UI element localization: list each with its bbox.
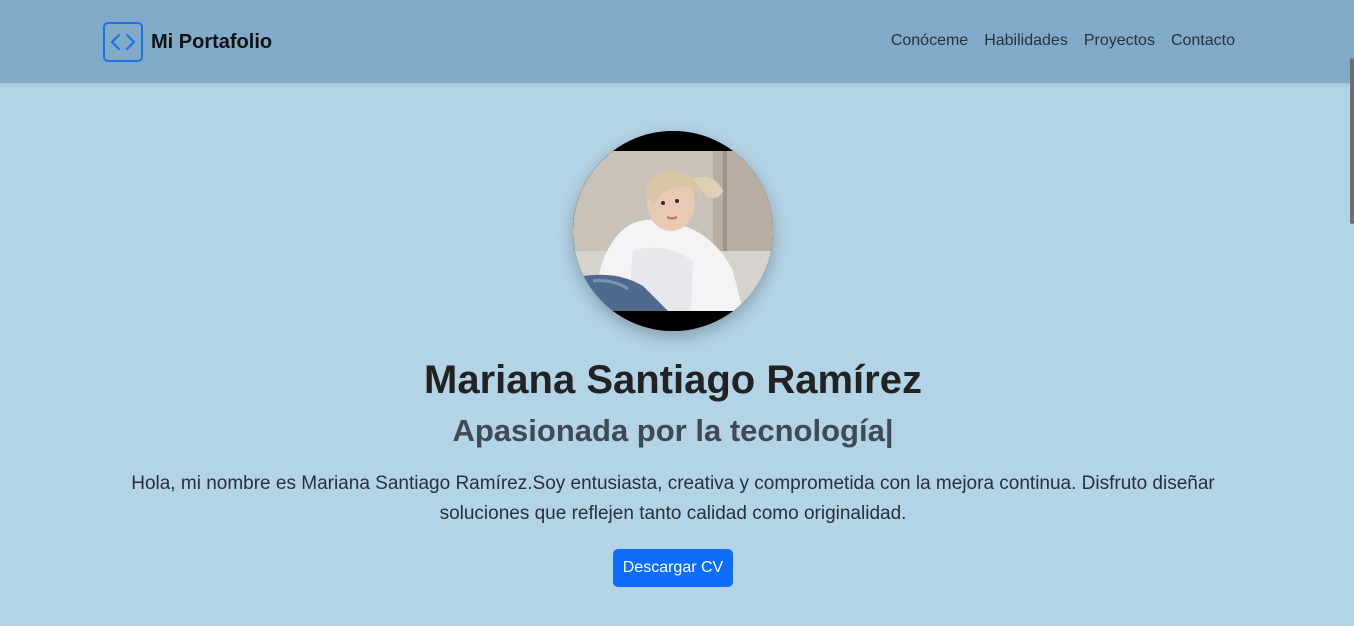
profile-tagline: Apasionada por la tecnología| [452,413,894,448]
navbar: Mi Portafolio Conóceme Habilidades Proye… [0,0,1354,83]
code-icon [103,22,143,62]
brand-title: Mi Portafolio [151,30,273,53]
profile-name: Mariana Santiago Ramírez [424,358,922,402]
brand-link[interactable]: Mi Portafolio [103,22,272,62]
profile-photo [573,131,773,331]
nav-link-proyectos[interactable]: Proyectos [1084,31,1155,51]
nav-link-habilidades[interactable]: Habilidades [984,31,1068,51]
about-text: Hola, mi nombre es Mariana Santiago Ramí… [131,473,1215,524]
nav-link-conoceme[interactable]: Conóceme [891,31,968,51]
scrollbar[interactable] [1349,0,1354,626]
nav-menu: Conóceme Habilidades Proyectos Contacto [891,31,1235,51]
scrollbar-thumb[interactable] [1350,58,1354,224]
nav-link-contacto[interactable]: Contacto [1171,31,1235,51]
download-cv-button[interactable]: Descargar CV [613,549,733,587]
